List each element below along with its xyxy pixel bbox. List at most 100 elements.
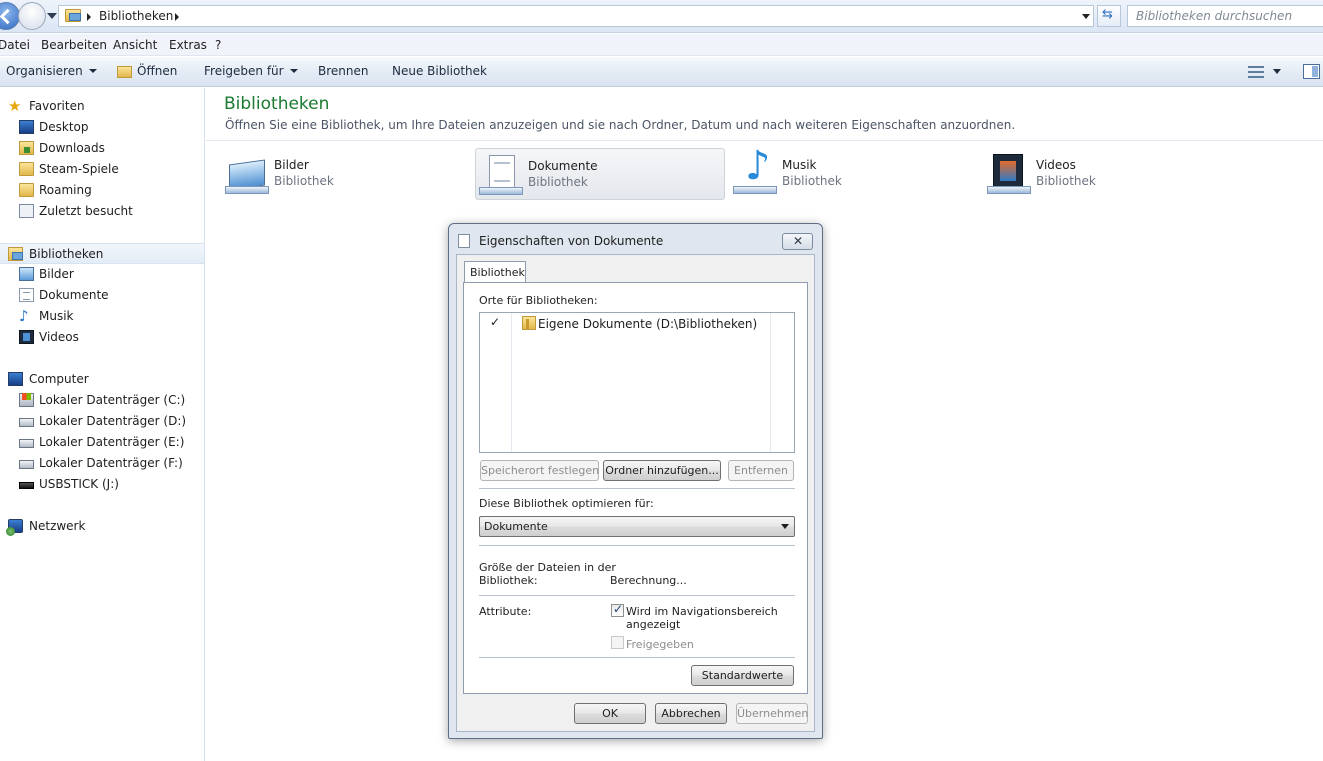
- breadcrumb-bibliotheken[interactable]: Bibliotheken: [99, 9, 173, 23]
- nav-drive-c[interactable]: Lokaler Datenträger (C:): [0, 390, 204, 411]
- library-tile-videos[interactable]: Videos Bibliothek: [984, 148, 1234, 200]
- optimize-label: Diese Bibliothek optimieren für:: [479, 497, 654, 510]
- refresh-icon: ⇆: [1102, 7, 1113, 22]
- dialog-titlebar[interactable]: Eigenschaften von Dokumente ✕: [449, 224, 822, 254]
- apply-button[interactable]: Übernehmen: [736, 703, 808, 724]
- organize-button[interactable]: Organisieren: [6, 64, 97, 78]
- menu-datei[interactable]: Datei: [0, 38, 30, 52]
- library-tile-dokumente[interactable]: Dokumente Bibliothek: [475, 148, 725, 200]
- nav-drive-f[interactable]: Lokaler Datenträger (F:): [0, 453, 204, 474]
- library-type: Bibliothek: [782, 174, 842, 188]
- breadcrumb-arrow-icon[interactable]: [87, 13, 91, 21]
- nav-roaming[interactable]: Roaming: [0, 180, 204, 201]
- nav-drive-e-label: Lokaler Datenträger (E:): [39, 435, 185, 449]
- divider: [479, 595, 795, 596]
- nav-videos[interactable]: Videos: [0, 327, 204, 348]
- hard-drive-icon: [19, 460, 34, 469]
- address-field[interactable]: Bibliotheken: [58, 5, 1094, 27]
- recent-places-icon: [19, 204, 34, 218]
- libraries-icon: [8, 247, 23, 261]
- menu-extras[interactable]: Extras: [169, 38, 207, 52]
- nav-libraries[interactable]: Bibliotheken: [0, 243, 204, 264]
- menu-ansicht[interactable]: Ansicht: [113, 38, 157, 52]
- nav-steam-spiele-label: Steam-Spiele: [39, 162, 119, 176]
- change-view-icon[interactable]: [1248, 65, 1264, 79]
- library-tile-bilder[interactable]: Bilder Bibliothek: [222, 148, 472, 200]
- library-type: Bibliothek: [274, 174, 334, 188]
- nav-network-label: Netzwerk: [29, 519, 86, 533]
- breadcrumb-arrow-icon[interactable]: [175, 13, 179, 21]
- remove-button[interactable]: Entfernen: [728, 460, 794, 481]
- videos-icon: [19, 330, 34, 344]
- show-in-navigation-checkbox[interactable]: [611, 602, 624, 617]
- organize-label: Organisieren: [6, 64, 83, 78]
- menu-bearbeiten[interactable]: Bearbeiten: [41, 38, 107, 52]
- recent-pages-chevron-icon[interactable]: [47, 13, 57, 19]
- nav-bilder[interactable]: Bilder: [0, 264, 204, 285]
- nav-recent-places[interactable]: Zuletzt besucht: [0, 201, 204, 222]
- divider: [479, 657, 795, 658]
- chevron-down-icon: [781, 524, 789, 529]
- folder-icon: [522, 316, 536, 330]
- optimize-select[interactable]: Dokumente: [479, 516, 795, 537]
- folder-icon: [19, 183, 34, 197]
- nav-network[interactable]: Netzwerk: [0, 516, 204, 537]
- nav-roaming-label: Roaming: [39, 183, 92, 197]
- nav-computer-label: Computer: [29, 372, 89, 386]
- nav-favorites[interactable]: ★ Favoriten: [0, 96, 204, 117]
- view-options-chevron-icon[interactable]: [1273, 69, 1281, 74]
- nav-steam-spiele[interactable]: Steam-Spiele: [0, 159, 204, 180]
- close-button[interactable]: ✕: [782, 233, 813, 250]
- nav-drive-d[interactable]: Lokaler Datenträger (D:): [0, 411, 204, 432]
- shared-checkbox[interactable]: [611, 636, 624, 649]
- back-button[interactable]: [0, 2, 20, 30]
- add-folder-button[interactable]: Ordner hinzufügen...: [603, 460, 721, 481]
- nav-musik[interactable]: ♪ Musik: [0, 306, 204, 327]
- nav-downloads-label: Downloads: [39, 141, 105, 155]
- tab-bibliothek-label: Bibliothek: [470, 266, 525, 279]
- tab-bibliothek[interactable]: Bibliothek: [464, 261, 526, 283]
- network-icon: [6, 519, 23, 536]
- size-label-line1: Größe der Dateien in der: [479, 561, 616, 574]
- ok-button[interactable]: OK: [574, 703, 646, 724]
- nav-downloads[interactable]: Downloads: [0, 138, 204, 159]
- preview-pane-icon[interactable]: [1303, 64, 1320, 79]
- nav-desktop[interactable]: Desktop: [0, 117, 204, 138]
- refresh-button[interactable]: ⇆: [1097, 5, 1121, 27]
- shared-label: Freigegeben: [626, 638, 694, 651]
- set-location-button[interactable]: Speicherort festlegen: [480, 460, 599, 481]
- nav-usbstick[interactable]: USBSTICK (J:): [0, 474, 204, 495]
- location-item[interactable]: Eigene Dokumente (D:\Bibliotheken): [538, 317, 757, 331]
- library-type: Bibliothek: [1036, 174, 1096, 188]
- open-button[interactable]: Öffnen: [137, 64, 177, 78]
- downloads-folder-icon: [19, 141, 34, 155]
- burn-button[interactable]: Brennen: [318, 64, 368, 78]
- forward-button[interactable]: [18, 2, 46, 30]
- nav-usbstick-label: USBSTICK (J:): [39, 477, 119, 491]
- nav-drive-f-label: Lokaler Datenträger (F:): [39, 456, 183, 470]
- divider: [479, 545, 795, 546]
- menu-help[interactable]: ?: [215, 38, 221, 52]
- dialog-body: Bibliothek Orte für Bibliotheken: ✓ Eige…: [456, 254, 815, 732]
- new-library-button[interactable]: Neue Bibliothek: [392, 64, 487, 78]
- desktop-icon: [19, 120, 34, 134]
- library-folder-icon: [65, 9, 81, 22]
- usb-drive-icon: [19, 482, 34, 489]
- library-locations-list[interactable]: ✓ Eigene Dokumente (D:\Bibliotheken): [479, 312, 795, 453]
- library-name: Musik: [782, 158, 817, 172]
- share-button[interactable]: Freigeben für: [204, 64, 298, 78]
- library-tile-musik[interactable]: ♪ Musik Bibliothek: [730, 146, 980, 200]
- search-input[interactable]: Bibliotheken durchsuchen: [1127, 5, 1323, 27]
- nav-dokumente-label: Dokumente: [39, 288, 109, 302]
- star-icon: ★: [8, 97, 22, 115]
- nav-dokumente[interactable]: Dokumente: [0, 285, 204, 306]
- tab-panel: Orte für Bibliotheken: ✓ Eigene Dokument…: [463, 282, 808, 694]
- chevron-down-icon: [88, 69, 97, 73]
- restore-defaults-button[interactable]: Standardwerte: [691, 665, 794, 686]
- nav-computer[interactable]: Computer: [0, 369, 204, 390]
- address-dropdown-icon[interactable]: [1082, 14, 1090, 19]
- nav-drive-e[interactable]: Lokaler Datenträger (E:): [0, 432, 204, 453]
- cancel-button[interactable]: Abbrechen: [655, 703, 727, 724]
- menu-bar: Datei Bearbeiten Ansicht Extras ?: [0, 34, 1323, 56]
- close-icon: ✕: [793, 234, 804, 248]
